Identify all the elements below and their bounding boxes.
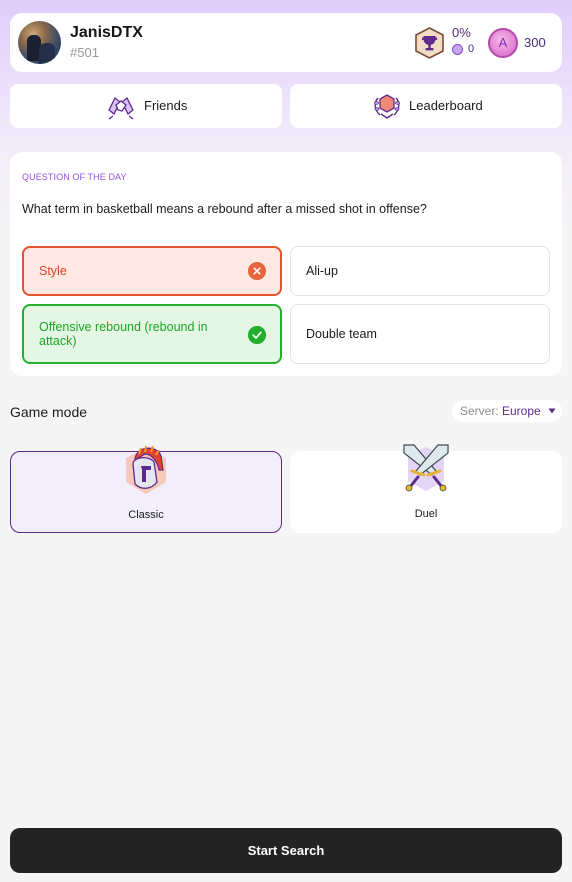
points-badge-icon: A bbox=[488, 28, 518, 58]
friends-label: Friends bbox=[144, 98, 188, 113]
cross-icon bbox=[248, 262, 266, 280]
leaderboard-label: Leaderboard bbox=[409, 98, 483, 113]
crossed-swords-icon bbox=[403, 444, 449, 492]
caret-down-icon bbox=[548, 408, 556, 414]
server-select[interactable]: Server: Europe bbox=[452, 400, 562, 422]
server-label: Server: bbox=[460, 404, 499, 418]
laurel-badge-icon bbox=[374, 94, 400, 119]
spartan-helmet-icon bbox=[126, 445, 166, 494]
leaderboard-button[interactable]: Leaderboard bbox=[290, 84, 562, 128]
answer-option-correct[interactable]: Offensive rebound (rebound in attack) bbox=[22, 304, 282, 364]
username: JanisDTX bbox=[70, 24, 143, 41]
profile-card: JanisDTX #501 0% 0 A 300 bbox=[10, 13, 562, 72]
answer-option-wrong[interactable]: Style bbox=[22, 246, 282, 296]
answer-option[interactable]: Ali-up bbox=[290, 246, 550, 296]
check-icon bbox=[248, 326, 266, 344]
coin-count: 0 bbox=[468, 43, 475, 55]
points-count: 300 bbox=[524, 35, 546, 50]
mode-duel-label: Duel bbox=[414, 508, 438, 520]
win-rate: 0% bbox=[452, 25, 471, 40]
game-mode-title: Game mode bbox=[10, 404, 88, 420]
answer-option[interactable]: Double team bbox=[290, 304, 550, 364]
avatar[interactable] bbox=[18, 21, 61, 64]
answer-label: Style bbox=[39, 264, 67, 278]
question-heading: QUESTION OF THE DAY bbox=[22, 172, 127, 182]
coin-icon bbox=[452, 44, 463, 55]
question-text: What term in basketball means a rebound … bbox=[22, 202, 427, 216]
friends-button[interactable]: Friends bbox=[10, 84, 282, 128]
user-tag: #501 bbox=[70, 45, 99, 60]
question-card: QUESTION OF THE DAY What term in basketb… bbox=[10, 152, 562, 376]
server-value: Europe bbox=[502, 404, 541, 418]
mode-classic[interactable]: Classic bbox=[10, 445, 282, 533]
mode-duel[interactable]: Duel bbox=[290, 444, 562, 533]
answer-label: Double team bbox=[306, 327, 377, 341]
mode-classic-label: Classic bbox=[128, 509, 164, 521]
answer-label: Ali-up bbox=[306, 264, 338, 278]
answer-label: Offensive rebound (rebound in attack) bbox=[39, 320, 208, 348]
trophy-icon bbox=[415, 27, 444, 59]
handshake-icon bbox=[108, 96, 134, 120]
start-search-button[interactable]: Start Search bbox=[10, 828, 562, 873]
